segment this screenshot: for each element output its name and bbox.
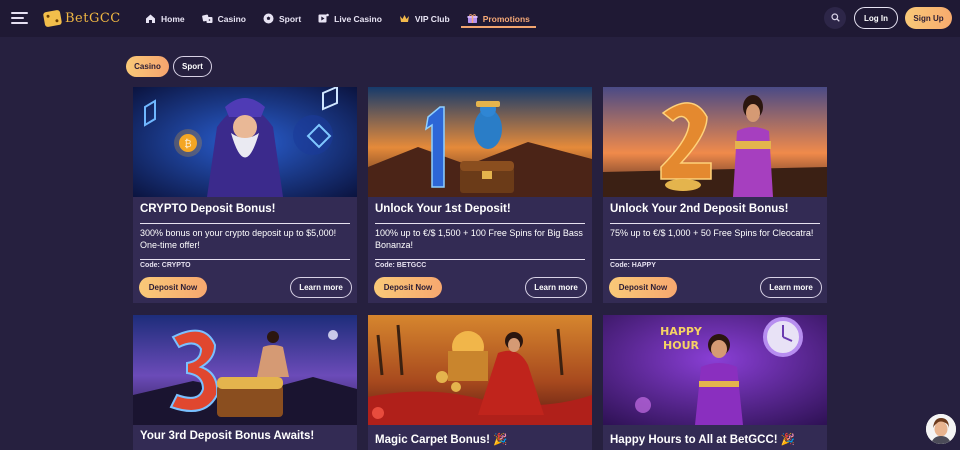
promo-card: Magic Carpet Bonus! 🎉: [368, 315, 592, 450]
learn-more-button[interactable]: Learn more: [290, 277, 352, 298]
learn-more-button[interactable]: Learn more: [760, 277, 822, 298]
deposit-now-button[interactable]: Deposit Now: [609, 277, 677, 298]
nav-promotions[interactable]: Promotions: [460, 0, 537, 37]
nav-live-casino[interactable]: Live Casino: [318, 0, 382, 37]
filter-tab-sport[interactable]: Sport: [173, 56, 212, 77]
promo-image-magic-carpet[interactable]: [368, 315, 592, 425]
promo-title: Unlock Your 2nd Deposit Bonus!: [610, 203, 789, 215]
divider: [610, 259, 820, 260]
promo-title: Your 3rd Deposit Bonus Awaits!: [140, 430, 315, 442]
crown-icon: [399, 13, 410, 24]
filter-tab-casino[interactable]: Casino: [126, 56, 169, 77]
happy-hour-text-line2: HOUR: [663, 339, 699, 352]
hamburger-menu-icon[interactable]: [11, 11, 28, 25]
promo-card: Unlock Your 1st Deposit! 100% up to €/$ …: [368, 87, 592, 303]
divider: [140, 259, 350, 260]
promo-title: Unlock Your 1st Deposit!: [375, 203, 511, 215]
nav-promotions-label: Promotions: [482, 13, 530, 24]
promo-image-2nd-deposit[interactable]: [603, 87, 827, 197]
divider: [375, 223, 585, 224]
promo-code: Code: BETGCC: [375, 262, 427, 269]
promo-card: Unlock Your 2nd Deposit Bonus! 75% up to…: [603, 87, 827, 303]
promo-card: HAPPY HOUR Happy Hours to All at BetGCC!…: [603, 315, 827, 450]
gift-icon: [467, 13, 478, 24]
promo-description: 300% bonus on your crypto deposit up to …: [140, 228, 337, 250]
nav-casino-label: Casino: [217, 13, 246, 24]
promo-image-happy-hour[interactable]: HAPPY HOUR: [603, 315, 827, 425]
soccer-ball-icon: [263, 13, 274, 24]
promo-title: Magic Carpet Bonus! 🎉: [375, 434, 508, 446]
promo-image-crypto-wizard[interactable]: ₿: [133, 87, 357, 197]
live-casino-icon: [318, 13, 329, 24]
nav-sport-label: Sport: [278, 13, 302, 24]
support-chat-avatar[interactable]: [926, 414, 956, 444]
divider: [610, 223, 820, 224]
search-button[interactable]: [824, 7, 846, 29]
nav-casino[interactable]: Casino: [201, 0, 246, 37]
nav-home[interactable]: Home: [145, 0, 185, 37]
promo-code: Code: CRYPTO: [140, 262, 191, 269]
nav-vip-club-label: VIP Club: [414, 13, 450, 24]
nav-live-casino-label: Live Casino: [334, 13, 382, 24]
dice-logo-icon: [42, 9, 63, 27]
promo-image-3rd-deposit[interactable]: [133, 315, 357, 425]
promo-card: Your 3rd Deposit Bonus Awaits!: [133, 315, 357, 450]
nav-vip-club[interactable]: VIP Club: [399, 0, 450, 37]
dice-icon: [201, 13, 213, 24]
search-icon: [830, 9, 840, 27]
main-nav: Home Casino Sport Live Casino VIP Club P…: [145, 0, 547, 37]
deposit-now-button[interactable]: Deposit Now: [374, 277, 442, 298]
promo-image-genie-1st-deposit[interactable]: [368, 87, 592, 197]
happy-hour-text-line1: HAPPY: [660, 325, 703, 338]
top-navbar: BetGCC Home Casino Sport Live Casino VIP…: [0, 0, 960, 37]
logo-text: BetGCC: [65, 10, 121, 26]
support-person-icon: [926, 414, 956, 444]
deposit-now-button[interactable]: Deposit Now: [139, 277, 207, 298]
promo-description: 100% up to €/$ 1,500 + 100 Free Spins fo…: [375, 228, 583, 250]
promo-code: Code: HAPPY: [610, 262, 656, 269]
signup-button[interactable]: Sign Up: [905, 7, 952, 29]
promo-card: ₿ CRYPTO Deposit Bonus! 300% bonus on yo…: [133, 87, 357, 303]
brand-logo[interactable]: BetGCC: [42, 9, 121, 27]
promo-description: 75% up to €/$ 1,000 + 50 Free Spins for …: [610, 228, 814, 238]
learn-more-button[interactable]: Learn more: [525, 277, 587, 298]
home-icon: [145, 13, 156, 24]
divider: [140, 223, 350, 224]
promo-title: Happy Hours to All at BetGCC! 🎉: [610, 434, 796, 446]
divider: [375, 259, 585, 260]
nav-home-label: Home: [161, 13, 185, 24]
login-button[interactable]: Log In: [854, 7, 898, 29]
nav-sport[interactable]: Sport: [263, 0, 301, 37]
promo-title: CRYPTO Deposit Bonus!: [140, 203, 276, 215]
